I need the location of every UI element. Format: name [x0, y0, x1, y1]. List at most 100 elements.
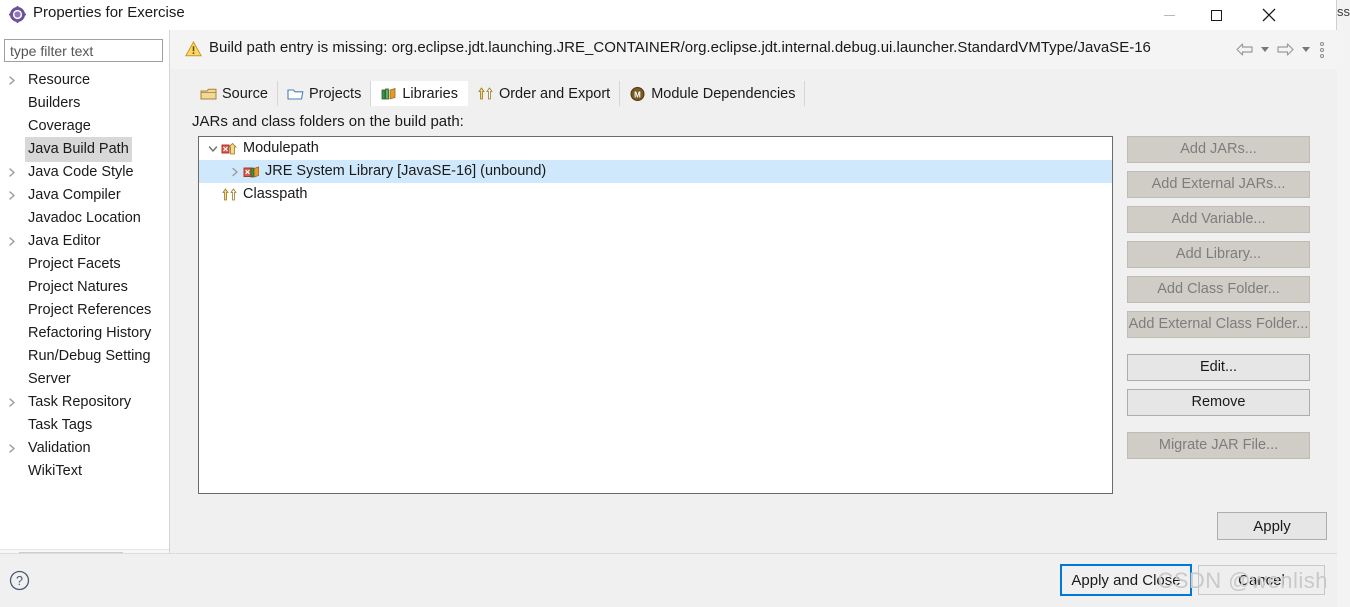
libraries-page: SourceProjectsLibrariesOrder and ExportM…	[170, 69, 1337, 503]
order-export-arrows-icon	[477, 86, 494, 102]
tab-label: Projects	[309, 86, 361, 102]
tab-projects[interactable]: Projects	[278, 81, 371, 106]
sidebar-item-run-debug-setting[interactable]: Run/Debug Setting	[0, 344, 169, 367]
build-path-tree[interactable]: ModulepathJRE System Library [JavaSE-16]…	[198, 136, 1113, 494]
forward-arrow-icon	[1277, 43, 1294, 56]
sidebar-item-label: Java Build Path	[25, 137, 132, 162]
jre-library-error-icon	[243, 164, 260, 180]
eclipse-properties-icon	[9, 6, 26, 23]
sidebar-item-server[interactable]: Server	[0, 367, 169, 390]
source-package-icon	[200, 86, 217, 102]
chevron-right-icon	[7, 397, 17, 407]
tab-label: Module Dependencies	[651, 86, 795, 102]
dot	[1320, 48, 1324, 52]
sidebar-item-label: Server	[25, 367, 74, 392]
sidebar-item-task-repository[interactable]: Task Repository	[0, 390, 169, 413]
back-history-dropdown[interactable]	[1257, 38, 1272, 62]
sidebar-item-java-editor[interactable]: Java Editor	[0, 229, 169, 252]
library-actions-column: Add JARs...Add External JARs...Add Varia…	[1127, 136, 1310, 467]
sidebar-item-javadoc-location[interactable]: Javadoc Location	[0, 206, 169, 229]
chevron-right-icon	[7, 75, 17, 85]
tree-twisty[interactable]	[227, 164, 243, 180]
module-dependencies-icon: M	[629, 86, 646, 102]
dot	[1320, 54, 1324, 58]
chevron-right-icon	[7, 190, 17, 200]
tab-order-and-export[interactable]: Order and Export	[468, 81, 620, 106]
apply-area: Apply	[170, 503, 1337, 553]
sidebar-tree: ResourceBuildersCoverageJava Build PathJ…	[0, 68, 169, 548]
tab-libraries[interactable]: Libraries	[371, 81, 468, 106]
forward-button[interactable]	[1274, 38, 1296, 62]
add-class-folder-button: Add Class Folder...	[1127, 276, 1310, 303]
sidebar-item-wikitext[interactable]: WikiText	[0, 459, 169, 482]
page-title: Properties for Exercise	[33, 4, 185, 21]
back-button[interactable]	[1233, 38, 1255, 62]
forward-history-dropdown[interactable]	[1298, 38, 1313, 62]
maximize-icon	[1211, 10, 1222, 21]
apply-button[interactable]: Apply	[1217, 512, 1327, 540]
background-app-strip	[1335, 0, 1350, 607]
add-external-jars-button: Add External JARs...	[1127, 171, 1310, 198]
maximize-button[interactable]	[1193, 0, 1239, 30]
more-vertical-icon[interactable]	[1315, 38, 1329, 62]
sidebar-item-builders[interactable]: Builders	[0, 91, 169, 114]
close-button[interactable]	[1246, 0, 1292, 30]
warning-nav-group	[1233, 30, 1329, 69]
svg-text:M: M	[634, 90, 641, 99]
edit-button[interactable]: Edit...	[1127, 354, 1310, 381]
sidebar-item-label: WikiText	[25, 459, 85, 484]
chevron-right-icon	[7, 443, 17, 453]
title-bar: Properties for Exercise	[0, 0, 1336, 30]
tab-source[interactable]: Source	[191, 81, 278, 106]
expand-arrow[interactable]	[7, 443, 16, 452]
expand-arrow[interactable]	[7, 167, 16, 176]
chevron-right-icon	[7, 236, 17, 246]
tree-row-label: Classpath	[243, 183, 311, 206]
sidebar-item-project-natures[interactable]: Project Natures	[0, 275, 169, 298]
sidebar-item-java-build-path[interactable]: Java Build Path	[0, 137, 169, 160]
sidebar-item-label: Resource	[25, 68, 93, 93]
sidebar-item-label: Builders	[25, 91, 83, 116]
sidebar-item-project-facets[interactable]: Project Facets	[0, 252, 169, 275]
modulepath-icon	[221, 141, 238, 157]
minimize-button[interactable]	[1146, 0, 1192, 30]
expand-arrow[interactable]	[7, 75, 16, 84]
sidebar-item-java-compiler[interactable]: Java Compiler	[0, 183, 169, 206]
help-question-icon[interactable]: ?	[9, 570, 30, 591]
tree-row[interactable]: Classpath	[199, 183, 1112, 206]
expand-arrow[interactable]	[7, 190, 16, 199]
tree-twisty[interactable]	[205, 141, 221, 157]
sidebar-item-validation[interactable]: Validation	[0, 436, 169, 459]
sidebar-item-label: Task Tags	[25, 413, 95, 438]
sidebar-item-label: Refactoring History	[25, 321, 154, 346]
chevron-right-icon	[7, 167, 17, 177]
sidebar-item-resource[interactable]: Resource	[0, 68, 169, 91]
sidebar-item-refactoring-history[interactable]: Refactoring History	[0, 321, 169, 344]
sidebar-item-task-tags[interactable]: Task Tags	[0, 413, 169, 436]
filter-input[interactable]	[4, 39, 163, 62]
chevron-down-icon	[208, 144, 218, 154]
jre-library-error-icon	[243, 164, 260, 180]
libraries-books-icon	[380, 86, 397, 102]
migrate-jar-file-button: Migrate JAR File...	[1127, 432, 1310, 459]
sidebar-item-project-references[interactable]: Project References	[0, 298, 169, 321]
tree-row[interactable]: JRE System Library [JavaSE-16] (unbound)	[199, 160, 1112, 183]
sidebar-item-label: Javadoc Location	[25, 206, 144, 231]
add-variable-button: Add Variable...	[1127, 206, 1310, 233]
settings-sidebar: ResourceBuildersCoverageJava Build PathJ…	[0, 30, 169, 553]
cancel-button[interactable]: Cancel	[1198, 565, 1325, 595]
tree-row[interactable]: Modulepath	[199, 137, 1112, 160]
tab-strip: SourceProjectsLibrariesOrder and ExportM…	[191, 81, 805, 106]
chevron-down-icon	[1302, 47, 1310, 52]
remove-button[interactable]: Remove	[1127, 389, 1310, 416]
expand-arrow[interactable]	[7, 236, 16, 245]
sidebar-item-label: Java Code Style	[25, 160, 137, 185]
module-dependencies-icon: M	[629, 86, 646, 102]
sidebar-item-coverage[interactable]: Coverage	[0, 114, 169, 137]
sidebar-item-java-code-style[interactable]: Java Code Style	[0, 160, 169, 183]
apply-and-close-button[interactable]: Apply and Close	[1061, 565, 1191, 595]
tab-module-dependencies[interactable]: M Module Dependencies	[620, 81, 805, 106]
expand-arrow[interactable]	[7, 397, 16, 406]
sidebar-item-label: Project Facets	[25, 252, 124, 277]
warning-triangle-icon	[185, 41, 202, 57]
